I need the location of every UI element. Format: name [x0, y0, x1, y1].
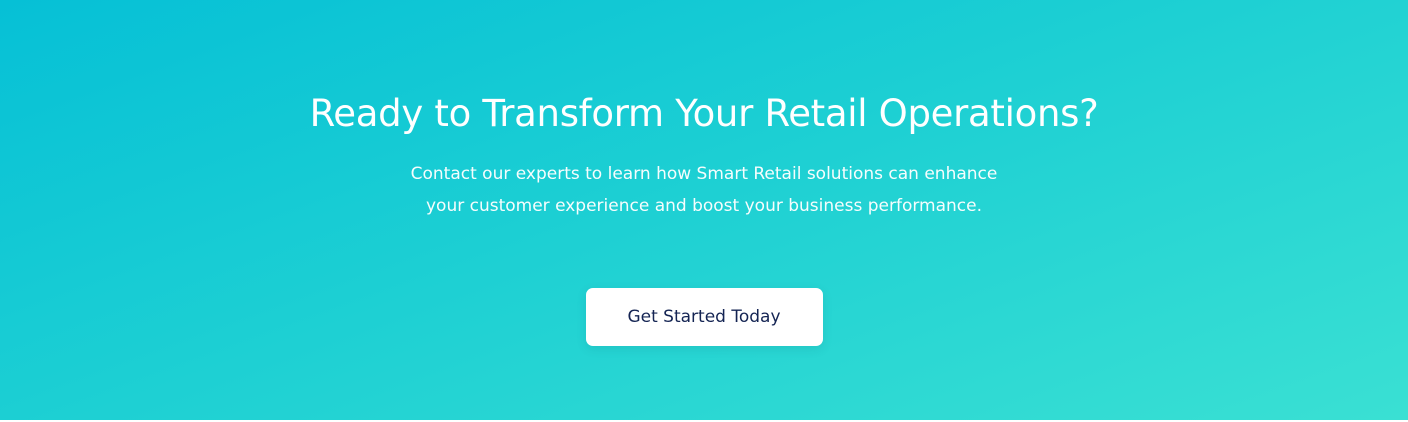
get-started-button[interactable]: Get Started Today	[585, 288, 823, 346]
cta-description-line-1: Contact our experts to learn how Smart R…	[410, 164, 998, 184]
cta-title: Ready to Transform Your Retail Operation…	[309, 92, 1099, 135]
cta-description-line-2: your customer experience and boost your …	[425, 195, 983, 216]
cta-section: Ready to Transform Your Retail Operation…	[0, 0, 1408, 420]
cta-description: Contact our experts to learn how Smart R…	[394, 159, 1014, 222]
